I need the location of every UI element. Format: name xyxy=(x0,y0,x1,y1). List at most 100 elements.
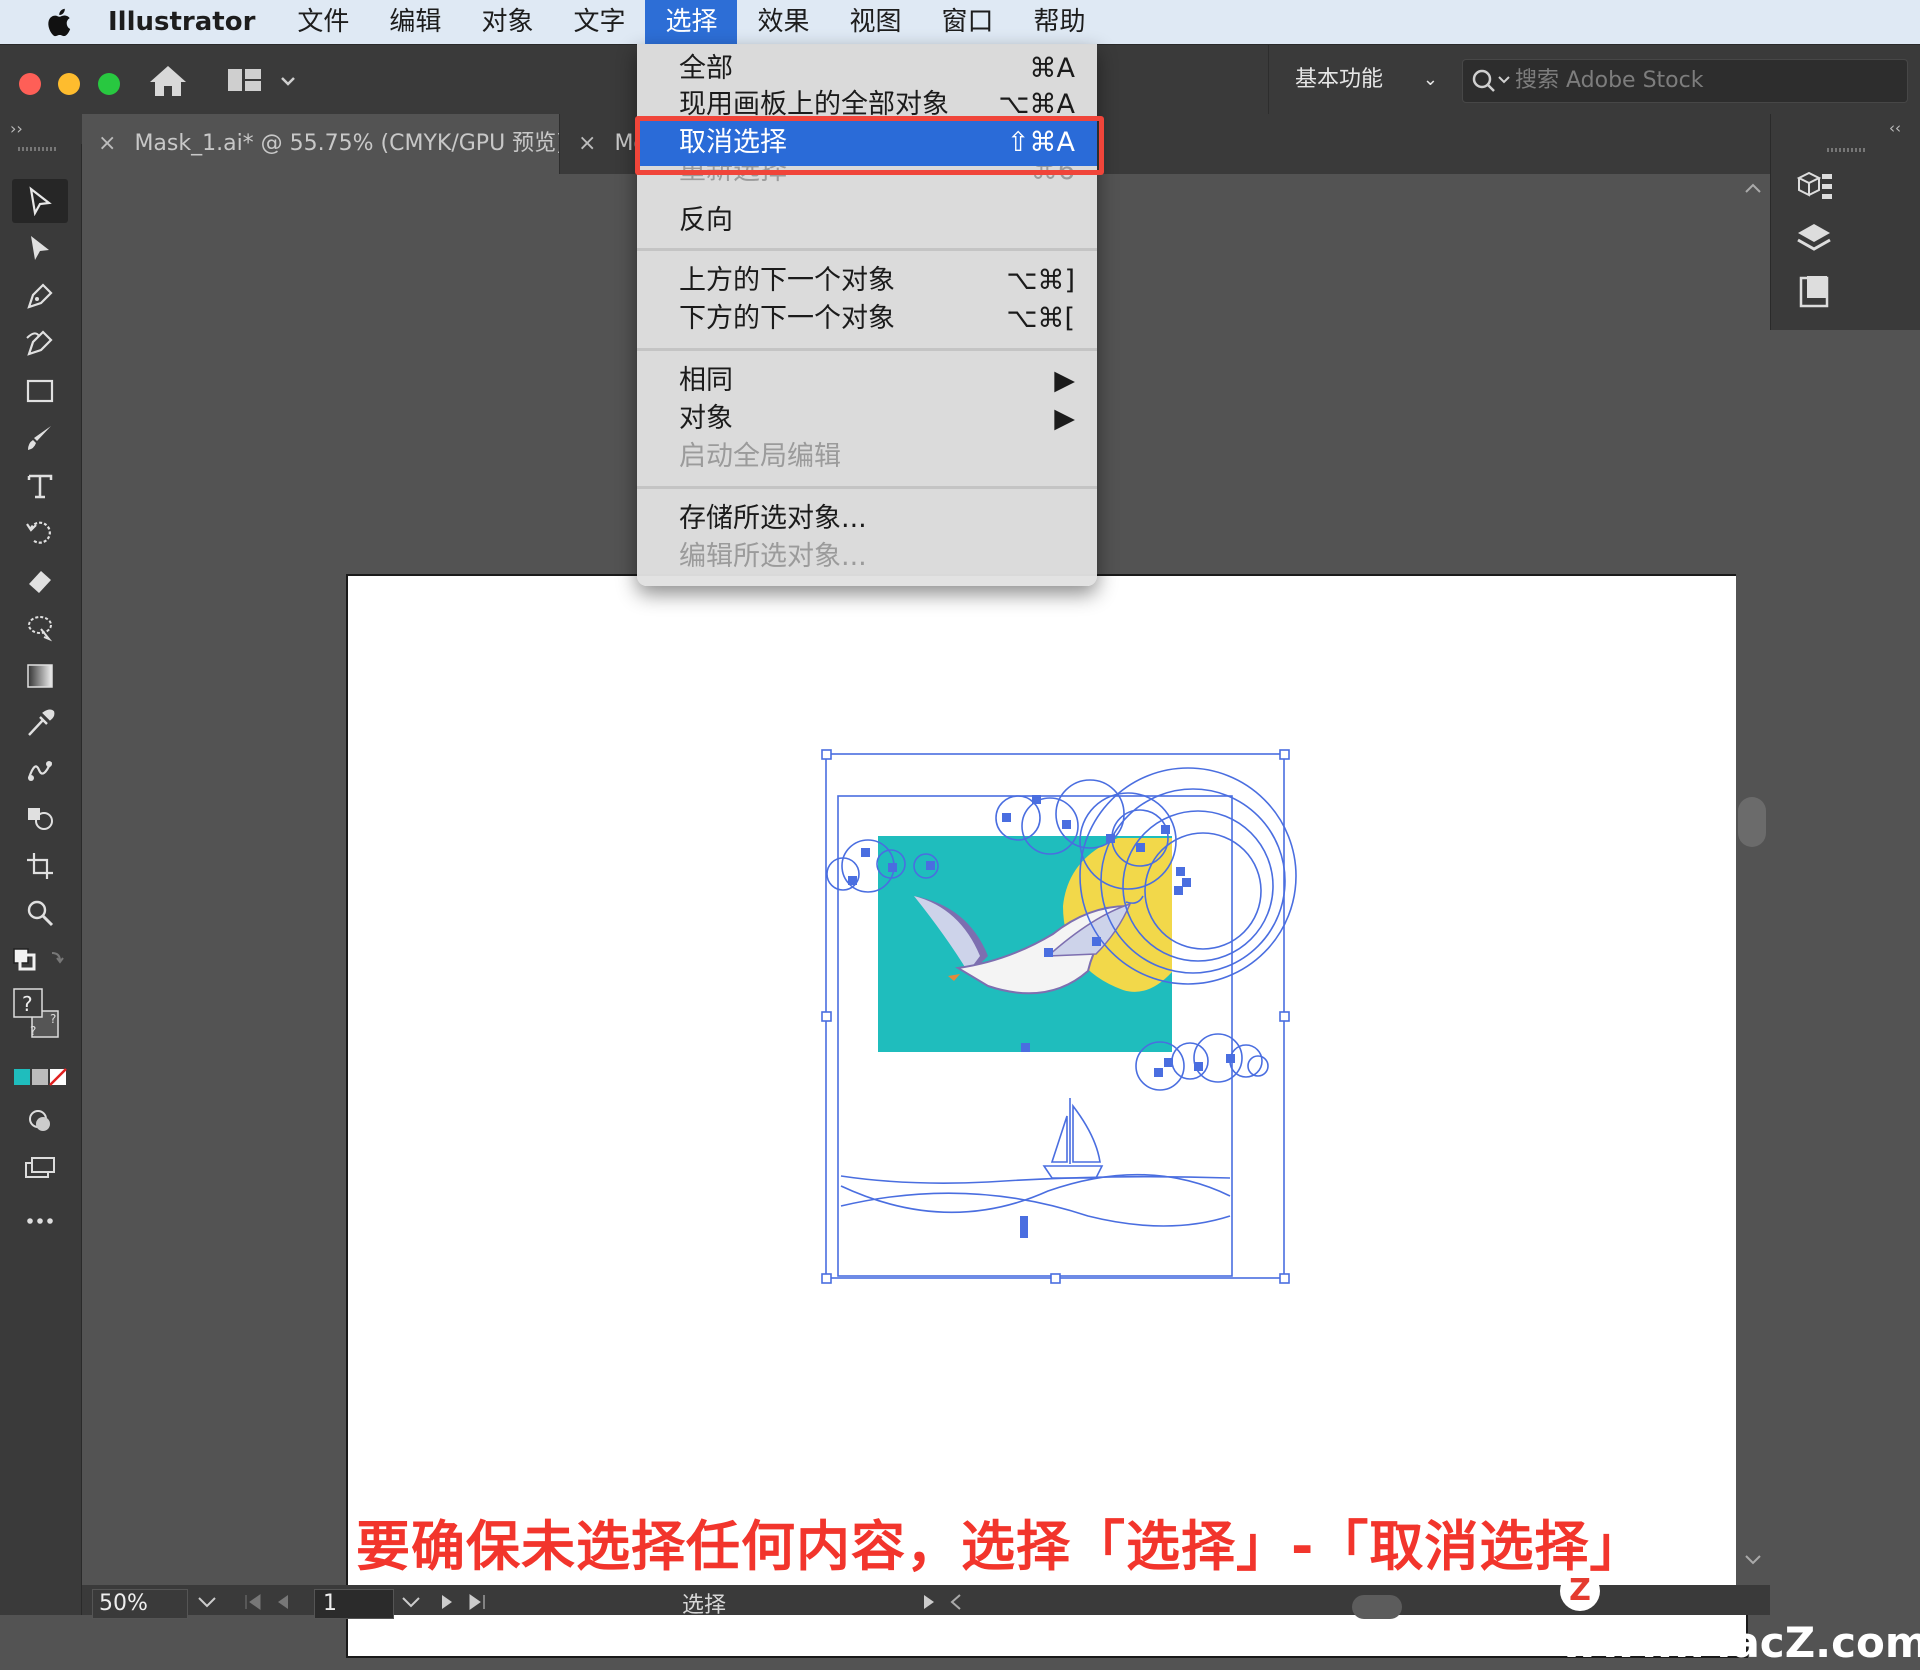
eraser-icon xyxy=(29,571,51,593)
artboard-dropdown-icon[interactable] xyxy=(400,1593,422,1611)
rotate-tool[interactable] xyxy=(12,511,68,555)
scrollbar-thumb[interactable] xyxy=(1738,797,1766,847)
menu-edit[interactable]: 编辑 xyxy=(369,0,461,44)
artboard-tool[interactable] xyxy=(12,844,68,888)
pen-tool[interactable] xyxy=(12,274,68,318)
status-menu-icon[interactable] xyxy=(916,1591,976,1613)
menu-window[interactable]: 窗口 xyxy=(922,0,1014,44)
zoom-window-button[interactable] xyxy=(98,73,120,95)
menu-item-inverse[interactable]: 反向 xyxy=(637,202,1097,240)
direct-selection-tool[interactable] xyxy=(12,226,68,270)
menu-file[interactable]: 文件 xyxy=(277,0,369,44)
menu-effect[interactable]: 效果 xyxy=(737,0,829,44)
eyedropper-tool[interactable] xyxy=(12,701,68,745)
scroll-up-icon[interactable] xyxy=(1744,182,1762,194)
zoom-tool[interactable] xyxy=(12,891,68,935)
more-icon xyxy=(27,1218,53,1224)
screen-mode-button[interactable] xyxy=(12,1146,68,1190)
artboard[interactable] xyxy=(346,574,1748,1658)
curvature-tool[interactable] xyxy=(12,321,68,365)
fill-stroke-swap[interactable] xyxy=(12,938,68,982)
stock-search-input[interactable]: 搜索 Adobe Stock xyxy=(1462,59,1908,103)
layers-icon[interactable] xyxy=(1793,218,1835,260)
menu-item-next-object-above[interactable]: 上方的下一个对象 ⌥⌘] xyxy=(637,262,1097,300)
eraser-tool[interactable] xyxy=(12,559,68,603)
gradient-tool[interactable] xyxy=(12,654,68,698)
menu-item-object[interactable]: 对象 ▶ xyxy=(637,400,1097,438)
menu-item-all[interactable]: 全部 ⌘A xyxy=(637,50,1097,88)
svg-text:?: ? xyxy=(50,1012,56,1026)
zoom-dropdown-icon[interactable] xyxy=(196,1593,218,1611)
rectangle-icon xyxy=(26,379,54,403)
menu-item-edit-selection: 编辑所选对象... xyxy=(637,538,1097,576)
shape-builder-tool[interactable] xyxy=(12,796,68,840)
shortcut-label: ⌥⌘] xyxy=(1006,265,1075,296)
wave-3 xyxy=(840,1175,1231,1184)
collapse-arrows-icon[interactable]: ›› xyxy=(0,114,82,144)
menu-item-all-on-artboard[interactable]: 现用画板上的全部对象 ⌥⌘A xyxy=(637,86,1097,116)
lasso-tool[interactable] xyxy=(12,606,68,650)
grip-icon[interactable] xyxy=(1827,146,1867,154)
minimize-window-button[interactable] xyxy=(58,73,80,95)
apple-icon[interactable] xyxy=(40,6,82,38)
artwork[interactable] xyxy=(348,576,1748,1658)
zoom-value: 50% xyxy=(99,1591,148,1616)
tab-mask-1[interactable]: × Mask_1.ai* @ 55.75% (CMYK/GPU 预览) xyxy=(82,114,560,174)
page-value: 1 xyxy=(323,1591,337,1616)
next-last-artboard-icon[interactable] xyxy=(434,1591,504,1613)
vertical-scrollbar[interactable] xyxy=(1736,174,1770,1585)
color-mode-buttons[interactable] xyxy=(12,1064,68,1090)
submenu-arrow-icon: ▶ xyxy=(1054,403,1075,434)
menu-item-label: 启动全局编辑 xyxy=(679,441,841,472)
horizontal-scroll-thumb[interactable] xyxy=(1352,1595,1402,1619)
close-window-button[interactable] xyxy=(19,73,41,95)
tools-panel: ??? xyxy=(0,144,82,1615)
first-prev-artboard-icon[interactable] xyxy=(240,1591,310,1613)
collapse-left-icon[interactable]: ‹‹ xyxy=(1887,120,1911,136)
edit-toolbar-button[interactable] xyxy=(12,1199,68,1243)
chevron-down-icon: ⌄ xyxy=(1422,69,1438,90)
menu-separator xyxy=(637,248,1097,251)
color-gradient-none-icon xyxy=(14,1068,67,1086)
selection-tool[interactable] xyxy=(12,179,68,223)
submenu-arrow-icon: ▶ xyxy=(1054,365,1075,396)
menu-item-label: 现用画板上的全部对象 xyxy=(679,89,949,116)
watermark: Zwww.MacZ.com xyxy=(1560,1560,1920,1667)
svg-text:››: ›› xyxy=(10,119,23,138)
properties-icon[interactable] xyxy=(1793,164,1835,206)
shortcut-label: ⌥⌘A xyxy=(998,89,1075,116)
menu-select[interactable]: 选择 xyxy=(645,0,738,44)
menu-item-next-object-below[interactable]: 下方的下一个对象 ⌥⌘[ xyxy=(637,300,1097,338)
gradient-icon xyxy=(27,664,53,688)
menu-item-label: 上方的下一个对象 xyxy=(679,265,895,296)
libraries-icon[interactable] xyxy=(1793,270,1835,312)
current-tool-label: 选择 xyxy=(682,1593,727,1618)
close-tab-icon[interactable]: × xyxy=(98,114,116,174)
workspace-switcher[interactable]: 基本功能 ⌄ xyxy=(1268,45,1458,115)
menu-item-label: 相同 xyxy=(679,365,733,396)
panel-collapse-bar[interactable]: ›› xyxy=(0,114,82,144)
sailboat xyxy=(1042,1098,1104,1179)
close-tab-icon[interactable]: × xyxy=(578,114,596,174)
paintbrush-tool[interactable] xyxy=(12,416,68,460)
grip-icon[interactable] xyxy=(18,144,64,154)
rectangle-tool[interactable] xyxy=(12,369,68,413)
menu-type[interactable]: 文字 xyxy=(553,0,645,44)
home-icon[interactable] xyxy=(148,63,188,99)
blend-tool[interactable] xyxy=(12,749,68,793)
svg-text:?: ? xyxy=(30,1024,36,1038)
menu-illustrator[interactable]: Illustrator xyxy=(104,0,277,44)
eyedropper-icon xyxy=(28,709,55,736)
layout-icon[interactable] xyxy=(228,65,298,97)
menu-item-global-edit: 启动全局编辑 xyxy=(637,438,1097,476)
menu-help[interactable]: 帮助 xyxy=(1014,0,1106,44)
type-icon xyxy=(27,474,53,499)
menu-item-same[interactable]: 相同 ▶ xyxy=(637,362,1097,400)
menu-view[interactable]: 视图 xyxy=(830,0,922,44)
rotate-icon xyxy=(26,521,51,544)
draw-mode-button[interactable] xyxy=(12,1099,68,1143)
menu-object[interactable]: 对象 xyxy=(461,0,553,44)
color-unknown-swatch[interactable]: ??? xyxy=(12,984,68,1054)
type-tool[interactable] xyxy=(12,464,68,508)
menu-item-save-selection[interactable]: 存储所选对象... xyxy=(637,500,1097,538)
